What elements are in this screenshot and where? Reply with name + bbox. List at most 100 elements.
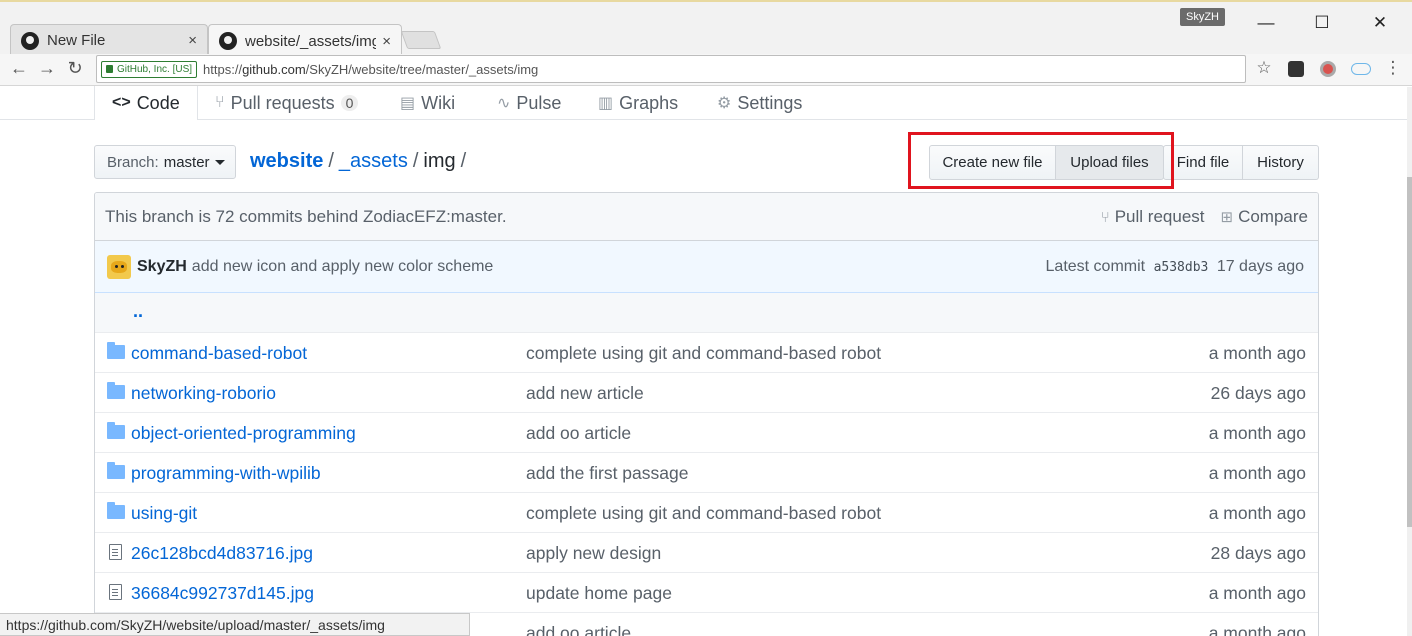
code-icon: <> (112, 94, 131, 111)
breadcrumb: website / _assets / img / (250, 150, 471, 173)
create-new-file-button[interactable]: Create new file (929, 145, 1056, 180)
folder-icon (107, 422, 125, 439)
commit-message-link[interactable]: update home page (526, 583, 672, 604)
tab-pulse-label: Pulse (516, 92, 562, 113)
pull-request-link[interactable]: ⑂ Pull request (1101, 207, 1205, 227)
tab-code[interactable]: <> Code (94, 86, 198, 120)
breadcrumb-repo-link[interactable]: website (250, 150, 323, 172)
folder-icon (107, 342, 125, 359)
folder-icon (107, 502, 125, 519)
folder-icon (107, 382, 125, 399)
browser-toolbar: ← → ↻ GitHub, Inc. [US] https://github.c… (0, 54, 1412, 86)
parent-directory-link[interactable]: .. (95, 293, 1318, 333)
table-row[interactable]: using-git complete using git and command-… (95, 493, 1318, 533)
table-row[interactable]: programming-with-wpilib add the first pas… (95, 453, 1318, 493)
breadcrumb-separator: / (412, 150, 419, 172)
back-icon[interactable]: ← (8, 58, 30, 79)
commit-author[interactable]: SkyZH (137, 258, 187, 276)
pull-request-icon: ⑂ (215, 94, 225, 111)
close-window-icon[interactable]: ✕ (1370, 13, 1390, 33)
caret-down-icon (214, 159, 225, 165)
upload-files-button[interactable]: Upload files (1056, 145, 1164, 180)
pull-request-icon: ⑂ (1100, 208, 1110, 226)
commit-message-link[interactable]: add new article (526, 383, 644, 404)
latest-commit-bar: SkyZH add new icon and apply new color s… (95, 241, 1318, 293)
new-tab-button[interactable] (400, 31, 442, 49)
security-chip[interactable]: GitHub, Inc. [US] (101, 60, 198, 78)
profile-chip[interactable]: SkyZH (1180, 8, 1225, 26)
table-row[interactable]: object-oriented-programming add oo articl… (95, 413, 1318, 453)
breadcrumb-assets-link[interactable]: _assets (339, 150, 408, 172)
branch-name: master (163, 153, 210, 171)
menu-icon[interactable]: ⋮ (1382, 58, 1404, 78)
reload-icon[interactable]: ↻ (64, 58, 86, 79)
commit-message-link[interactable]: add the first passage (526, 463, 688, 484)
branch-info-bar: This branch is 72 commits behind ZodiacE… (95, 193, 1318, 241)
tab-pull-requests-label: Pull requests (230, 92, 335, 113)
tab-pull-requests[interactable]: ⑂ Pull requests 0 (215, 86, 359, 120)
file-name-link[interactable]: 26c128bcd4d83716.jpg (131, 543, 313, 564)
commit-message-link[interactable]: complete using git and command-based rob… (526, 503, 881, 524)
table-row[interactable]: 26c128bcd4d83716.jpg apply new design 28 d… (95, 533, 1318, 573)
minimize-icon[interactable]: — (1256, 13, 1276, 33)
commit-age: a month ago (1208, 343, 1306, 363)
commit-sha[interactable]: a538db3 (1154, 260, 1209, 275)
file-list: command-based-robot complete using git an… (95, 333, 1318, 636)
find-file-button[interactable]: Find file (1163, 145, 1243, 180)
file-navigation: This branch is 72 commits behind ZodiacE… (94, 192, 1319, 636)
maximize-icon[interactable]: ☐ (1312, 13, 1332, 33)
tab-wiki-label: Wiki (421, 92, 456, 113)
cloud-icon[interactable] (1351, 63, 1371, 75)
breadcrumb-separator: / (328, 150, 334, 172)
file-name-link[interactable]: object-oriented-programming (131, 423, 356, 444)
commit-message-link[interactable]: add oo article (526, 423, 631, 444)
bookmark-star-icon[interactable]: ☆ (1253, 58, 1275, 78)
tab-pulse[interactable]: ∿ Pulse (497, 86, 561, 120)
file-icon (107, 584, 122, 600)
commit-age: a month ago (1208, 463, 1306, 483)
file-name-link[interactable]: using-git (131, 503, 197, 524)
table-row[interactable]: command-based-robot complete using git an… (95, 333, 1318, 373)
close-tab-icon[interactable]: × (382, 33, 391, 50)
url-text: https://github.com/SkyZH/website/tree/ma… (203, 62, 538, 77)
history-button[interactable]: History (1243, 145, 1319, 180)
url-path: /SkyZH/website/tree/master/_assets/img (305, 61, 539, 77)
commit-message-link[interactable]: complete using git and command-based rob… (526, 343, 881, 364)
file-name-link[interactable]: command-based-robot (131, 343, 307, 364)
file-name-link[interactable]: programming-with-wpilib (131, 463, 321, 484)
table-row[interactable]: networking-roborio add new article 26 days… (95, 373, 1318, 413)
pulse-icon: ∿ (497, 95, 511, 112)
lock-icon (106, 65, 113, 73)
tab-settings-label: Settings (737, 92, 803, 113)
scrollbar[interactable] (1407, 87, 1412, 636)
gear-icon: ⚙ (717, 95, 732, 112)
breadcrumb-current: img (423, 150, 456, 172)
branch-select-button[interactable]: Branch: master (94, 145, 236, 179)
tab-graphs[interactable]: ▥ Graphs (598, 86, 678, 120)
tab-website-assets-img[interactable]: website/_assets/img × (208, 24, 402, 57)
forward-icon[interactable]: → (36, 58, 58, 79)
file-name-link[interactable]: networking-roborio (131, 383, 276, 404)
close-tab-icon[interactable]: × (188, 32, 197, 49)
table-row[interactable]: 36684c992737d145.jpg update home page a mo… (95, 573, 1318, 613)
commit-age: 17 days ago (1216, 258, 1304, 275)
wiki-icon: ▤ (400, 95, 416, 112)
commit-message-link[interactable]: add oo article (526, 623, 631, 636)
tab-new-file[interactable]: New File × (10, 24, 208, 56)
compare-label: Compare (1238, 207, 1308, 226)
tab-code-label: Code (136, 92, 180, 113)
file-name-link[interactable]: 36684c992737d145.jpg (131, 583, 314, 604)
commit-meta: Latest commit a538db3 17 days ago (1046, 258, 1304, 276)
tab-wiki[interactable]: ▤ Wiki (400, 86, 455, 120)
compare-link[interactable]: ⊞ Compare (1221, 207, 1309, 227)
scrollbar-thumb[interactable] (1407, 177, 1412, 527)
address-bar[interactable]: GitHub, Inc. [US] https://github.com/Sky… (96, 55, 1246, 83)
github-icon (21, 31, 39, 50)
extension-icon[interactable] (1288, 61, 1304, 77)
commit-prefix: Latest commit (1045, 258, 1146, 275)
extension-record-icon[interactable] (1320, 61, 1336, 77)
tab-settings[interactable]: ⚙ Settings (717, 86, 802, 120)
commit-message[interactable]: add new icon and apply new color scheme (192, 258, 494, 276)
commit-message-link[interactable]: apply new design (526, 543, 661, 564)
avatar[interactable] (107, 254, 131, 279)
